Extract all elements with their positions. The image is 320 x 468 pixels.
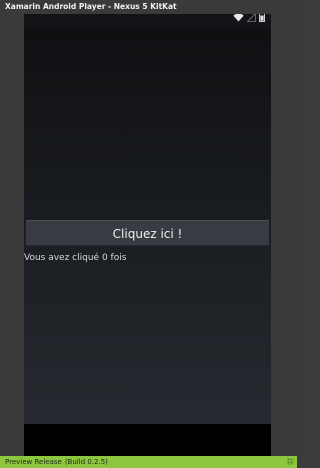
click-count-label: Vous avez cliqué 0 fois <box>24 253 127 263</box>
click-button[interactable]: Cliquez ici ! <box>26 220 269 246</box>
release-label: Preview Release <box>5 458 62 466</box>
app-content: Cliquez ici ! Vous avez cliqué 0 fois <box>24 28 271 424</box>
wifi-icon <box>233 14 244 26</box>
android-status-bar <box>24 14 271 28</box>
build-label: (Build 0.2.5) <box>64 458 108 466</box>
window-title: Xamarin Android Player - Nexus 5 KitKat <box>0 0 297 14</box>
android-navigation-bar <box>24 424 271 456</box>
battery-icon <box>259 14 265 26</box>
device-screen: Cliquez ici ! Vous avez cliqué 0 fois <box>24 14 271 456</box>
status-footer: Preview Release (Build 0.2.5) <box>0 456 297 468</box>
status-icons <box>233 14 265 26</box>
player-window: Xamarin Android Player - Nexus 5 KitKat <box>0 0 297 468</box>
signal-icon <box>246 14 256 26</box>
resize-grip-icon[interactable] <box>287 458 294 465</box>
